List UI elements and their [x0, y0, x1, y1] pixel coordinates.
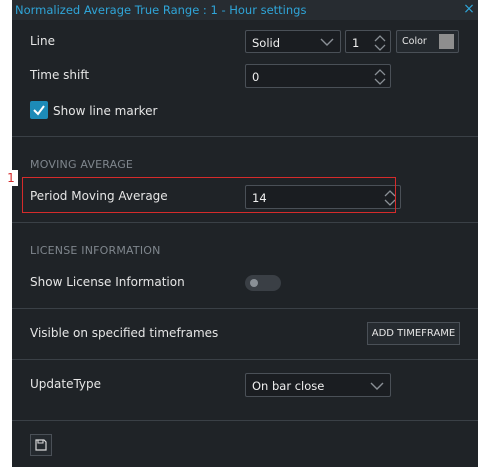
spinner-icon[interactable]	[374, 68, 386, 86]
settings-dialog: Normalized Average True Range : 1 - Hour…	[12, 0, 478, 467]
update-type-select[interactable]: On bar close	[245, 373, 391, 397]
divider	[12, 308, 478, 309]
time-shift-value: 0	[252, 70, 260, 84]
divider	[12, 222, 478, 223]
section-title-moving-average: MOVING AVERAGE	[30, 158, 134, 171]
save-icon	[35, 439, 47, 451]
visible-timeframes-label: Visible on specified timeframes	[30, 326, 219, 340]
color-picker[interactable]: Color	[396, 30, 459, 53]
show-license-information-label: Show License Information	[30, 275, 185, 289]
show-line-marker-checkbox[interactable]	[30, 101, 48, 119]
toggle-knob	[250, 279, 258, 287]
dialog-title: Normalized Average True Range : 1 - Hour…	[15, 3, 307, 17]
step-marker: 1	[4, 170, 18, 186]
highlight-box	[22, 177, 396, 213]
line-width-stepper[interactable]: 1	[345, 30, 391, 53]
add-timeframe-button[interactable]: ADD TIMEFRAME	[367, 322, 460, 345]
color-label: Color	[402, 36, 427, 47]
dialog-titlebar: Normalized Average True Range : 1 - Hour…	[12, 0, 478, 20]
update-type-label: UpdateType	[30, 377, 102, 391]
divider	[12, 136, 478, 137]
check-icon	[33, 105, 45, 116]
line-style-value: Solid	[252, 36, 281, 50]
time-shift-input[interactable]: 0	[245, 64, 391, 88]
divider	[12, 359, 478, 360]
divider	[12, 420, 478, 421]
chevron-down-icon	[370, 382, 384, 390]
time-shift-label: Time shift	[30, 68, 90, 82]
color-swatch[interactable]	[439, 34, 454, 49]
update-type-value: On bar close	[252, 379, 325, 393]
save-button[interactable]	[30, 434, 52, 456]
line-style-select[interactable]: Solid	[245, 30, 341, 53]
section-title-license-information: LICENSE INFORMATION	[30, 244, 161, 257]
line-label: Line	[30, 34, 56, 48]
show-license-information-toggle[interactable]	[245, 275, 281, 291]
chevron-down-icon	[320, 38, 334, 46]
spinner-icon[interactable]	[374, 34, 386, 52]
show-line-marker-label: Show line marker	[53, 104, 158, 118]
close-icon[interactable]: ×	[462, 1, 476, 17]
line-width-value: 1	[352, 36, 360, 50]
